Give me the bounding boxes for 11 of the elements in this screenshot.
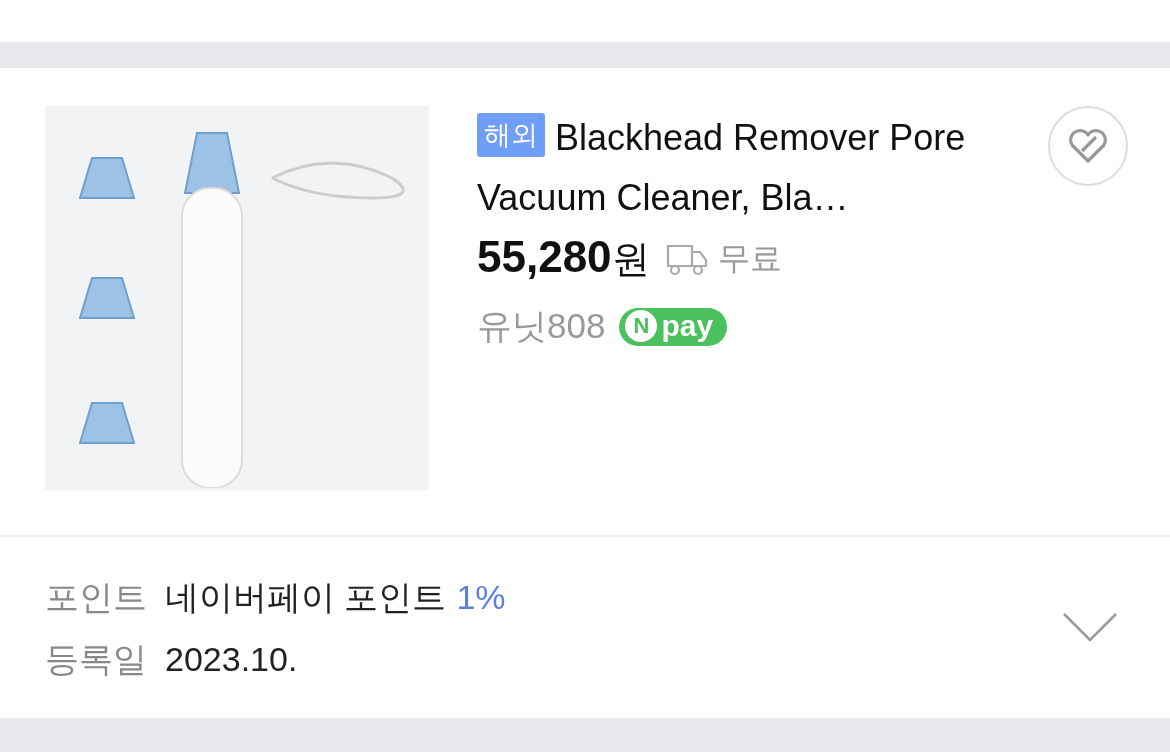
detail-label: 등록일 [45,638,147,680]
shipping-fee: 무료 [717,238,782,278]
detail-value: 2023.10. [165,638,298,680]
npay-badge: N pay [619,307,728,346]
point-rate: 1% [456,576,506,618]
detail-value: 네이버페이 포인트 [165,576,447,618]
price: 55,280원 [477,232,650,283]
product-title[interactable]: 해외 Blackhead Remover Pore Vacuum Cleaner, Bla… [477,108,977,228]
overseas-badge: 해외 [477,113,545,157]
detail-label: 포인트 [45,576,147,618]
chevron-icon[interactable] [1062,611,1118,644]
